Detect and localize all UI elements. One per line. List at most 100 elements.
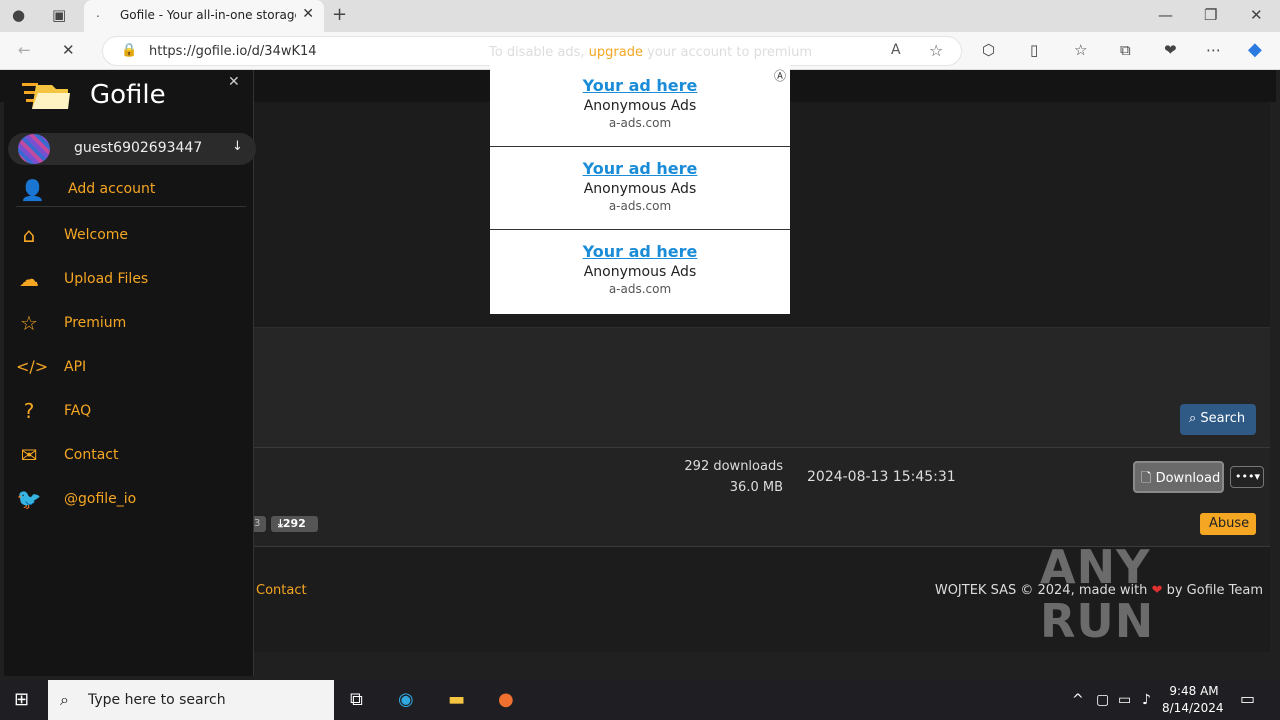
sidebar-item-label: @gofile_io [64, 491, 137, 507]
search-button-label: Search [1200, 411, 1246, 426]
firefox-icon[interactable]: ● [498, 689, 514, 710]
download-button-label: Download [1155, 471, 1221, 486]
sidebar-item-faq[interactable]: ? FAQ [14, 395, 250, 429]
question-icon: ? [23, 399, 35, 423]
badge-downloads-value: 292 [282, 517, 306, 530]
sidebar-item-label: FAQ [64, 403, 92, 419]
envelope-icon: ✉ [20, 443, 38, 467]
edge-icon[interactable]: ◉ [398, 689, 414, 710]
user-account-selector[interactable]: guest6902693447 ↓ [8, 133, 256, 165]
ad-subtitle: Anonymous Ads [583, 181, 697, 197]
restore-icon[interactable]: ❐ [1204, 6, 1217, 24]
user-plus-icon: 👤 [20, 178, 45, 202]
sidebar-item-upload-files[interactable]: ☁ Upload Files [14, 263, 250, 297]
stop-icon[interactable]: ✕ [62, 41, 75, 59]
windows-taskbar: ⊞ ⌕ Type here to search ⧉ ◉ ▬ ● ^ ▢ ▭ ♪ … [0, 680, 1280, 720]
browser-tab-bar: ● ▣ . Gofile - Your all-in-one storage s… [0, 0, 1280, 32]
tray-device-icon[interactable]: ▢ [1096, 692, 1109, 708]
download-button[interactable]: 🗋 Download [1133, 461, 1224, 493]
ad-domain: a-ads.com [608, 282, 672, 296]
file-icon: 🗋 [1141, 471, 1152, 486]
sidebar-item-label: Welcome [64, 227, 129, 243]
sidebar-item-label: API [64, 359, 87, 375]
ad-disable-note: To disable ads, upgrade your account to … [489, 45, 812, 60]
sidebar: Gofile ✕ guest6902693447 ↓ 👤 Add account… [4, 70, 256, 676]
search-button[interactable]: ⌕ Search [1180, 404, 1256, 435]
taskbar-search-placeholder: Type here to search [88, 692, 226, 708]
more-dots-icon: ••• [1235, 470, 1255, 483]
volume-icon[interactable]: ♪ [1142, 692, 1151, 708]
ad-title[interactable]: Your ad here [490, 147, 790, 178]
ad-note-text: To disable ads, [489, 45, 589, 60]
network-icon[interactable]: ▭ [1118, 692, 1131, 708]
sidebar-item-api[interactable]: </> API [14, 351, 250, 385]
caret-down-icon: ▾ [1254, 470, 1260, 483]
ad-subtitle: Anonymous Ads [583, 98, 697, 114]
taskbar-time[interactable]: 9:48 AM [1168, 684, 1220, 698]
upgrade-link[interactable]: upgrade [589, 45, 643, 60]
sidebar-item-welcome[interactable]: ⌂ Welcome [14, 219, 250, 253]
taskbar-search-box[interactable]: ⌕ Type here to search [48, 680, 334, 720]
new-tab-icon[interactable]: + [332, 4, 347, 25]
gofile-logo-icon [22, 83, 70, 109]
footer-contact-link[interactable]: Contact [256, 583, 307, 598]
tray-chevron-icon[interactable]: ^ [1072, 692, 1084, 708]
sidebar-item-premium[interactable]: ☆ Premium [14, 307, 250, 341]
ad-cell[interactable]: Your ad here Anonymous Ads a-ads.com [490, 230, 790, 313]
add-account-label: Add account [68, 181, 156, 197]
lock-icon[interactable]: 🔒 [121, 43, 137, 58]
brand-title: Gofile [90, 80, 166, 110]
sidebar-item-contact[interactable]: ✉ Contact [14, 439, 250, 473]
more-options-button[interactable]: •••▾ [1230, 466, 1264, 488]
favorite-star-icon[interactable]: ☆ [929, 41, 943, 60]
avatar [18, 134, 50, 164]
ad-domain: a-ads.com [608, 116, 672, 130]
ad-title[interactable]: Your ad here [490, 230, 790, 261]
twitter-icon: 🐦 [16, 487, 42, 511]
notifications-icon[interactable]: ▭ [1240, 689, 1255, 708]
sidebar-item-label: Upload Files [64, 271, 149, 287]
extensions-icon[interactable]: ⬡ [982, 41, 995, 59]
ad-note-text-end: your account to premium [642, 45, 813, 60]
download-count: 292 downloads [684, 459, 783, 474]
abuse-button[interactable]: Abuse [1200, 513, 1256, 535]
star-icon: ☆ [20, 311, 38, 335]
folder-info-panel [254, 327, 1270, 447]
username: guest6902693447 [74, 140, 203, 156]
sidebar-item-twitter[interactable]: 🐦 @gofile_io [14, 483, 250, 517]
read-aloud-icon[interactable]: A [891, 42, 901, 58]
taskbar-date[interactable]: 8/14/2024 [1162, 701, 1224, 715]
browser-tab[interactable]: . Gofile - Your all-in-one storage s ✕ [84, 0, 324, 32]
task-view-icon[interactable]: ⧉ [350, 689, 363, 710]
url-text: https://gofile.io/d/34wK14 [149, 44, 317, 59]
file-explorer-icon[interactable]: ▬ [448, 689, 465, 710]
performance-icon[interactable]: ❤ [1164, 41, 1177, 59]
home-icon: ⌂ [22, 223, 36, 247]
windows-start-icon[interactable]: ⊞ [14, 689, 29, 710]
download-count-badge: ⤓292 [271, 516, 318, 532]
code-icon: </> [16, 357, 49, 376]
split-screen-icon[interactable]: ▯ [1030, 41, 1038, 59]
search-icon: ⌕ [1189, 411, 1197, 426]
ad-domain: a-ads.com [608, 199, 672, 213]
ad-box: Ⓐ Your ad here Anonymous Ads a-ads.com Y… [490, 64, 790, 314]
tab-close-icon[interactable]: ✕ [302, 6, 314, 22]
profile-icon[interactable]: ● [12, 6, 25, 24]
back-icon[interactable]: ← [18, 41, 31, 59]
sidebar-close-icon[interactable]: ✕ [228, 74, 240, 90]
tab-actions-icon[interactable]: ▣ [52, 6, 66, 24]
file-size: 36.0 MB [729, 480, 783, 495]
ad-cell[interactable]: Your ad here Anonymous Ads a-ads.com [490, 147, 790, 230]
ad-subtitle: Anonymous Ads [583, 264, 697, 280]
favorites-icon[interactable]: ☆ [1074, 41, 1087, 59]
cloud-upload-icon: ☁ [19, 267, 39, 291]
more-menu-icon[interactable]: ⋯ [1206, 41, 1221, 59]
minimize-icon[interactable]: — [1158, 6, 1173, 24]
copilot-icon[interactable]: ◆ [1248, 39, 1262, 60]
add-account-button[interactable]: 👤 Add account [16, 175, 246, 207]
collections-icon[interactable]: ⧉ [1120, 41, 1131, 59]
window-close-icon[interactable]: ✕ [1250, 6, 1263, 24]
ad-cell[interactable]: Your ad here Anonymous Ads a-ads.com [490, 64, 790, 147]
tab-title: Gofile - Your all-in-one storage s [120, 8, 296, 22]
ad-title[interactable]: Your ad here [490, 64, 790, 95]
